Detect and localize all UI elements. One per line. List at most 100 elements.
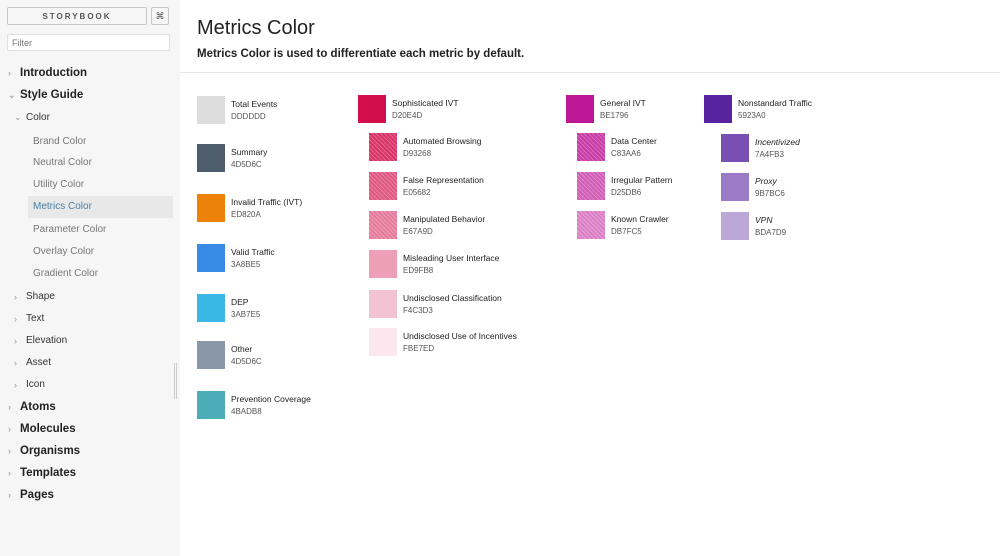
sidebar-item-elevation[interactable]: › Elevation [14,335,67,346]
swatch-text: Sophisticated IVT D20E4D [392,98,459,120]
sidebar-item-atoms[interactable]: › Atoms [8,401,56,413]
color-chip [369,172,397,200]
swatch-text: Incentivized 7A4FB3 [755,137,800,159]
color-swatch: Misleading User Interface ED9FB8 [369,250,499,278]
color-chip [197,244,225,272]
swatch-name: Irregular Pattern [611,175,673,185]
sidebar-item-text[interactable]: › Text [14,313,44,324]
chevron-right-icon: › [14,379,17,390]
sidebar-item-label: Shape [26,291,55,302]
swatch-text: Invalid Traffic (IVT) ED820A [231,197,302,219]
sidebar-item-label: Organisms [20,445,81,457]
sidebar-header: STORYBOOK ⌘ [7,7,169,25]
color-chip [197,294,225,322]
color-swatch: Nonstandard Traffic 5923A0 [704,95,812,123]
color-swatch: False Representation E05682 [369,172,484,200]
color-swatch: Undisclosed Classification F4C3D3 [369,290,502,318]
sidebar-resize-handle[interactable] [174,363,177,399]
sidebar-item-label: Elevation [26,335,68,346]
chevron-right-icon: › [8,468,11,478]
sidebar-item-templates[interactable]: › Templates [8,467,76,479]
color-chip [369,211,397,239]
swatch-name: Valid Traffic [231,247,275,257]
chevron-right-icon: › [14,313,17,324]
color-chip [721,134,749,162]
swatch-name: Nonstandard Traffic [738,98,813,108]
swatch-hex: F4C3D3 [403,306,433,315]
color-chip [577,211,605,239]
swatch-hex: DDDDDD [231,112,266,121]
color-swatch: DEP 3AB7E5 [197,294,260,322]
color-swatch: Irregular Pattern D25DB6 [577,172,672,200]
sidebar-item-organisms[interactable]: › Organisms [8,445,80,457]
swatch-hex: 3A8BE5 [231,260,261,269]
sidebar-item-label: Style Guide [20,89,84,101]
color-swatch: Summary 4D5D6C [197,144,267,172]
swatch-text: Undisclosed Classification F4C3D3 [403,293,502,315]
swatch-text: Summary 4D5D6C [231,147,267,169]
color-chip [369,250,397,278]
sidebar-item-brand-color[interactable]: Brand Color [33,136,86,147]
filter-input[interactable] [7,34,170,51]
sidebar-item-style-guide[interactable]: ⌄ Style Guide [8,89,83,101]
sidebar-item-asset[interactable]: › Asset [14,357,51,368]
swatch-name: Other [231,344,253,354]
swatch-hex: C83AA6 [611,149,641,158]
keyboard-shortcuts-icon[interactable]: ⌘ [151,7,169,25]
sidebar-item-parameter-color[interactable]: Parameter Color [33,224,106,235]
swatch-hex: ED9FB8 [403,266,434,275]
swatch-text: Automated Browsing D93268 [403,136,481,158]
color-chip [369,133,397,161]
sidebar-item-color[interactable]: ⌄ Color [14,112,50,123]
swatch-text: Known Crawler DB7FC5 [611,214,669,236]
swatch-hex: 3AB7E5 [231,310,261,319]
color-chip [197,341,225,369]
color-swatch: Other 4D5D6C [197,341,262,369]
swatch-name: Sophisticated IVT [392,98,459,108]
sidebar-item-neutral-color[interactable]: Neutral Color [33,157,92,168]
sidebar-item-metrics-color[interactable]: Metrics Color [28,196,173,218]
sidebar-item-icon[interactable]: › Icon [14,379,45,390]
swatch-hex: BDA7D9 [755,228,787,237]
swatch-name: Manipulated Behavior [403,214,486,224]
chevron-right-icon: › [14,357,17,368]
color-swatch: Known Crawler DB7FC5 [577,211,669,239]
swatch-hex: 9B7BC6 [755,189,785,198]
chevron-down-icon: ⌄ [14,112,22,122]
color-swatch: Proxy 9B7BC6 [721,173,785,201]
swatch-hex: 4D5D6C [231,160,262,169]
main-panel: Metrics Color Metrics Color is used to d… [180,0,1000,556]
color-chip [369,328,397,356]
sidebar-item-introduction[interactable]: › Introduction [8,67,87,79]
sidebar-item-label: Introduction [20,67,88,79]
sidebar-item-gradient-color[interactable]: Gradient Color [33,268,98,279]
color-chip [577,172,605,200]
swatch-hex: 4BADB8 [231,407,262,416]
sidebar-item-molecules[interactable]: › Molecules [8,423,76,435]
chevron-right-icon: › [8,446,11,456]
sidebar-item-utility-color[interactable]: Utility Color [33,179,84,190]
color-chip [197,96,225,124]
swatch-hex: D93268 [403,149,432,158]
storybook-brand-button[interactable]: STORYBOOK [7,7,147,25]
swatch-text: Data Center C83AA6 [611,136,657,158]
swatch-text: Manipulated Behavior E67A9D [403,214,485,236]
sidebar-item-shape[interactable]: › Shape [14,291,55,302]
color-chip [577,133,605,161]
swatch-text: Prevention Coverage 4BADB8 [231,394,311,416]
swatch-name: Known Crawler [611,214,669,224]
color-swatch: Total Events DDDDDD [197,96,277,124]
swatch-name: Misleading User Interface [403,253,500,263]
sidebar-item-label: Color [26,112,50,123]
color-swatch: Automated Browsing D93268 [369,133,481,161]
swatch-hex: 4D5D6C [231,357,262,366]
color-chip [721,173,749,201]
page-header: Metrics Color Metrics Color is used to d… [180,0,1000,73]
sidebar-item-pages[interactable]: › Pages [8,489,54,501]
swatch-name: DEP [231,297,249,307]
chevron-right-icon: › [14,291,17,302]
sidebar-item-overlay-color[interactable]: Overlay Color [33,246,94,257]
chevron-right-icon: › [8,68,11,78]
sidebar-item-label: Pages [20,489,54,501]
color-swatch: Manipulated Behavior E67A9D [369,211,485,239]
